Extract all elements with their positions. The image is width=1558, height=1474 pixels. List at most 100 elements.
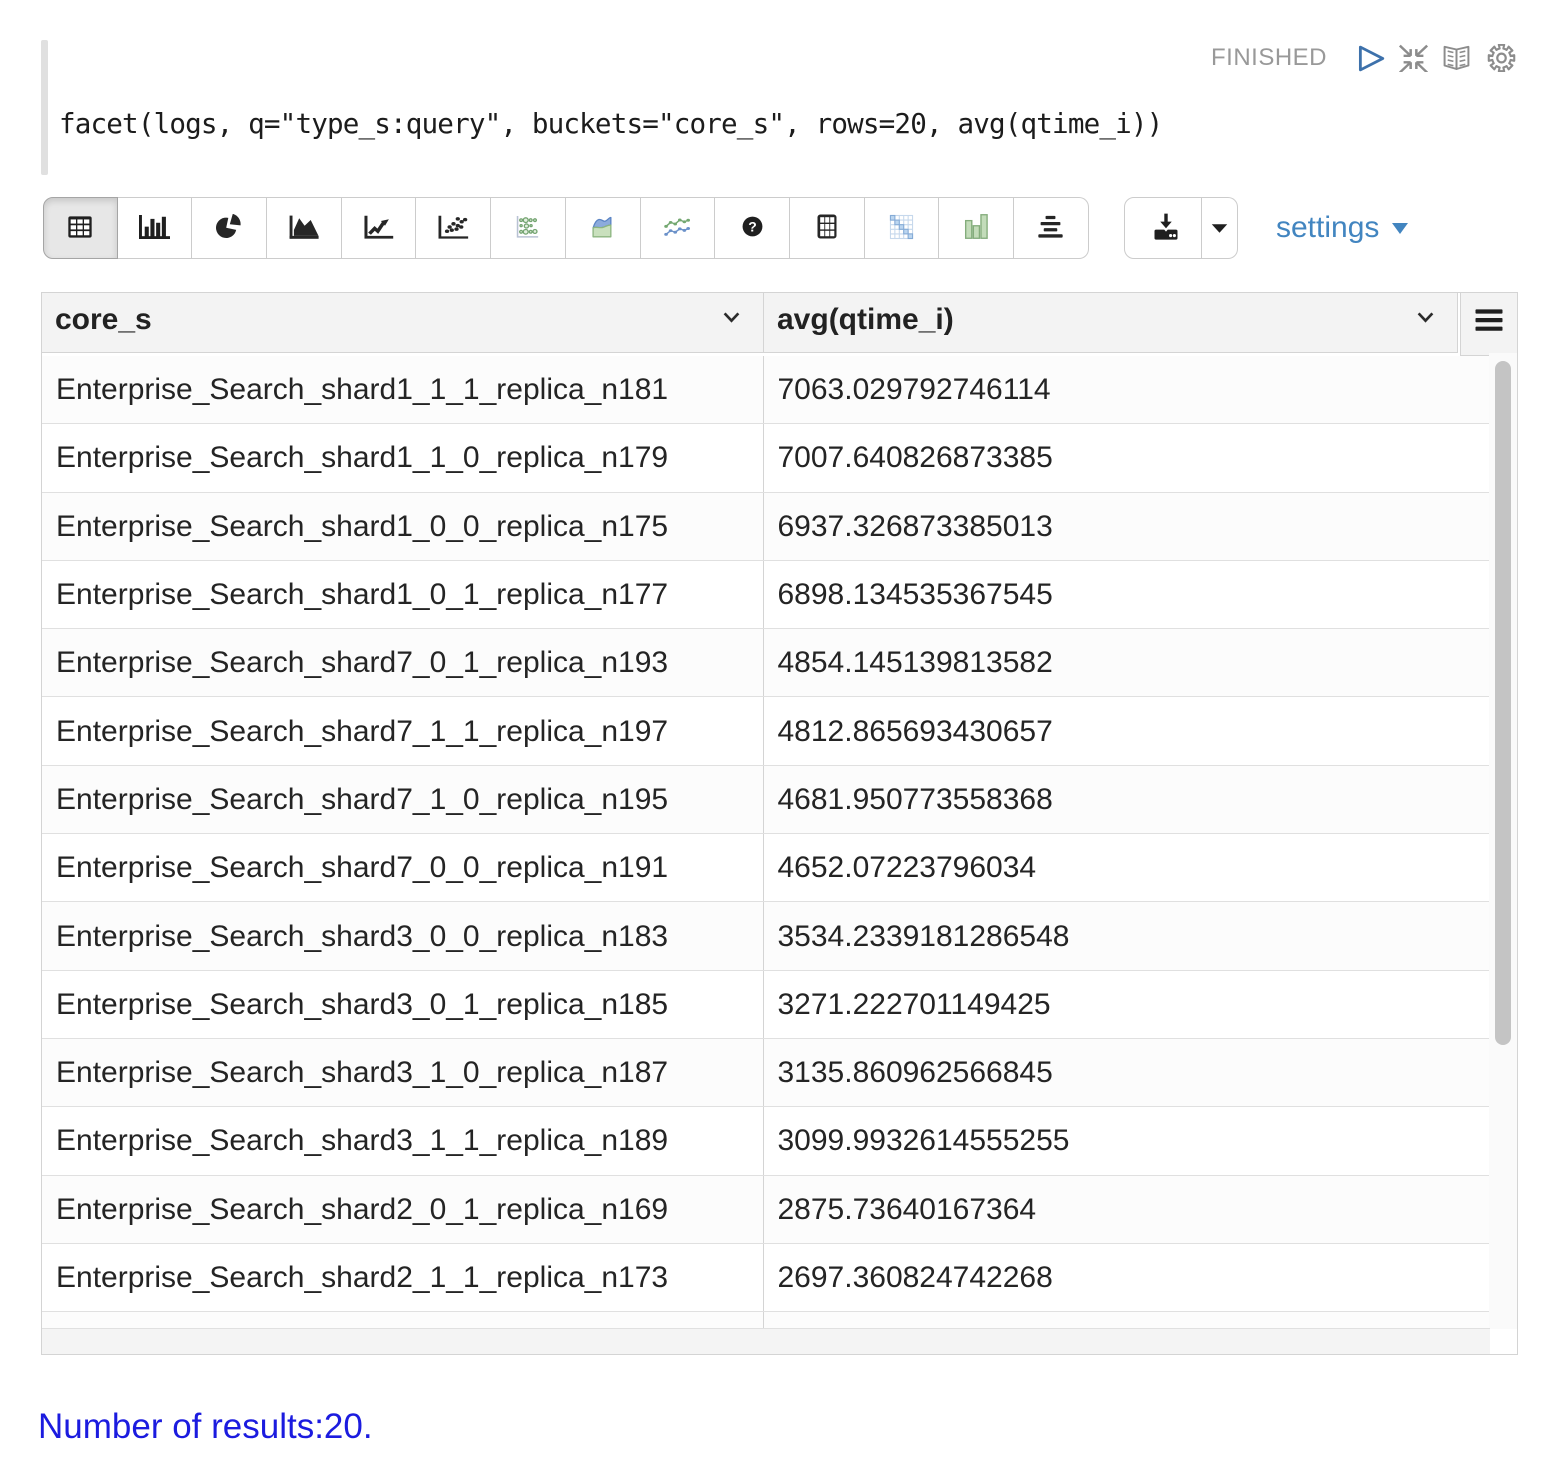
cell-core_s: Enterprise_Search_shard1_0_1_replica_n17… [42, 561, 764, 628]
viz-button-table[interactable] [43, 197, 118, 259]
column-header-avg-qtime[interactable]: avg(qtime_i) [764, 293, 1458, 352]
vertical-scrollbar-thumb[interactable] [1495, 361, 1511, 1045]
table-body: Enterprise_Search_shard1_1_1_replica_n18… [42, 353, 1490, 1329]
cell-core_s: Enterprise_Search_shard7_1_1_replica_n19… [42, 697, 764, 764]
bar-chart-icon [139, 215, 170, 239]
download-button[interactable] [1124, 197, 1202, 259]
cell-avg-qtime: 4812.865693430657 [764, 697, 1490, 764]
stacked-area-chart-icon [588, 213, 617, 240]
code-text[interactable]: facet(logs, q="type_s:query", buckets="c… [59, 110, 1162, 138]
viz-button-bubble-chart[interactable] [491, 197, 566, 259]
settings-link[interactable]: settings [1276, 197, 1408, 259]
status-label: FINISHED [1211, 44, 1327, 72]
cell-core_s: Enterprise_Search_shard2_0_1_replica_n16… [42, 1176, 764, 1243]
viz-button-heatmap[interactable] [865, 197, 940, 259]
table-row[interactable]: Enterprise_Search_shard1_1_0_replica_n17… [42, 424, 1489, 492]
viz-button-scatter-chart[interactable] [416, 197, 491, 259]
bubble-chart-icon [514, 214, 541, 240]
cell-avg-qtime: 4652.07223796034 [764, 834, 1490, 901]
viz-button-area-chart[interactable] [267, 197, 342, 259]
data-grid-icon [817, 214, 837, 239]
column-label: avg(qtime_i) [764, 303, 954, 337]
cell-avg-qtime: 4854.145139813582 [764, 629, 1490, 696]
cell-core_s: Enterprise_Search_shard3_0_1_replica_n18… [42, 971, 764, 1038]
cell-core_s: Enterprise_Search_shard7_0_1_replica_n19… [42, 629, 764, 696]
settings-caret-icon [1392, 223, 1408, 234]
download-group [1124, 197, 1238, 259]
viz-button-bar-chart[interactable] [118, 197, 193, 259]
cell-core_s: Enterprise_Search_shard3_0_0_replica_n18… [42, 902, 764, 969]
cell-avg-qtime: 7007.640826873385 [764, 424, 1490, 491]
viz-button-data-grid[interactable] [790, 197, 865, 259]
table-row[interactable]: Enterprise_Search_shard7_1_1_replica_n19… [42, 697, 1489, 765]
scatter-chart-icon [438, 215, 469, 239]
svg-text:?: ? [748, 219, 757, 235]
vertical-scrollbar [1489, 353, 1517, 1329]
table-row[interactable]: Enterprise_Search_shard3_1_1_replica_n18… [42, 1107, 1489, 1175]
cell-avg-qtime: 7063.029792746114 [764, 356, 1490, 423]
table-row[interactable]: Enterprise_Search_shard1_0_0_replica_n17… [42, 493, 1489, 561]
cell-avg-qtime: 6898.134535367545 [764, 561, 1490, 628]
cell-core_s: Enterprise_Search_shard3_1_0_replica_n18… [42, 1039, 764, 1106]
grid-menu-button[interactable] [1460, 293, 1517, 356]
table-row[interactable]: Enterprise_Search_shard1_0_1_replica_n17… [42, 561, 1489, 629]
cell-avg-qtime: 2697.360824742268 [764, 1244, 1490, 1311]
cell-avg-qtime: 2875.73640167364 [764, 1176, 1490, 1243]
column-chart-icon [963, 214, 989, 239]
align-center-icon [1037, 215, 1064, 238]
cell-avg-qtime: 3534.2339181286548 [764, 902, 1490, 969]
line-chart-icon [364, 215, 394, 239]
table-row[interactable]: Enterprise_Search_shard3_0_0_replica_n18… [42, 902, 1489, 970]
cell-avg-qtime: 3135.860962566845 [764, 1039, 1490, 1106]
paragraph-settings-button[interactable] [1487, 44, 1516, 72]
table-row[interactable]: Enterprise_Search_shard3_0_1_replica_n18… [42, 971, 1489, 1039]
viz-button-align-center[interactable] [1014, 197, 1089, 259]
cell-core_s: Enterprise_Search_shard7_1_0_replica_n19… [42, 766, 764, 833]
table-header: core_s avg(qtime_i) [42, 293, 1458, 353]
cell-avg-qtime: 4681.950773558368 [764, 766, 1490, 833]
table-row[interactable]: Enterprise_Search_shard2_1_1_replica_n17… [42, 1244, 1489, 1312]
table-row-partial [42, 1312, 1489, 1329]
cell-core_s: Enterprise_Search_shard1_1_1_replica_n18… [42, 356, 764, 423]
heatmap-icon [889, 214, 914, 240]
cell-core_s: Enterprise_Search_shard1_0_0_replica_n17… [42, 493, 764, 560]
cell-avg-qtime: 6937.326873385013 [764, 493, 1490, 560]
viz-button-stacked-area-chart[interactable] [566, 197, 641, 259]
cell-core_s: Enterprise_Search_shard1_1_0_replica_n17… [42, 424, 764, 491]
viz-button-help[interactable]: ? [715, 197, 790, 259]
paragraph-indicator-bar [41, 40, 48, 175]
viz-button-pie-chart[interactable] [192, 197, 267, 259]
table-row[interactable]: Enterprise_Search_shard1_1_1_replica_n18… [42, 356, 1489, 424]
viz-button-column-chart[interactable] [939, 197, 1014, 259]
cell-avg-qtime: 3099.9932614555255 [764, 1107, 1490, 1174]
cell-core_s: Enterprise_Search_shard7_0_0_replica_n19… [42, 834, 764, 901]
run-button[interactable] [1358, 44, 1386, 73]
table-row[interactable]: Enterprise_Search_shard2_0_1_replica_n16… [42, 1176, 1489, 1244]
column-menu-caret-icon[interactable] [1417, 310, 1434, 328]
help-icon: ? [740, 214, 765, 239]
table-row[interactable]: Enterprise_Search_shard7_0_0_replica_n19… [42, 834, 1489, 902]
cell-avg-qtime: 3271.222701149425 [764, 971, 1490, 1038]
viz-button-line-chart[interactable] [342, 197, 417, 259]
download-caret-button[interactable] [1202, 197, 1238, 259]
collapse-button[interactable] [1397, 44, 1430, 72]
viz-button-group: ? [43, 197, 1089, 259]
column-header-core_s[interactable]: core_s [42, 293, 764, 352]
horizontal-scrollbar[interactable] [42, 1328, 1490, 1354]
pie-chart-icon [216, 214, 242, 239]
table-row[interactable]: Enterprise_Search_shard7_0_1_replica_n19… [42, 629, 1489, 697]
cell-core_s: Enterprise_Search_shard3_1_1_replica_n18… [42, 1107, 764, 1174]
table-row[interactable]: Enterprise_Search_shard7_1_0_replica_n19… [42, 766, 1489, 834]
table-row[interactable]: Enterprise_Search_shard3_1_0_replica_n18… [42, 1039, 1489, 1107]
settings-label: settings [1276, 211, 1379, 245]
paragraph-status-row: FINISHED [1211, 44, 1516, 72]
column-menu-caret-icon[interactable] [723, 310, 740, 328]
result-table: core_s avg(qtime_i) Enterprise_Search_sh… [41, 292, 1518, 1355]
area-chart-icon [289, 215, 319, 239]
show-editor-button[interactable] [1442, 45, 1471, 71]
column-label: core_s [42, 303, 152, 337]
multi-line-chart-icon [663, 216, 692, 238]
result-toolbar: ? settings [43, 197, 1518, 259]
cell-core_s: Enterprise_Search_shard2_1_1_replica_n17… [42, 1244, 764, 1311]
viz-button-multi-line-chart[interactable] [641, 197, 716, 259]
